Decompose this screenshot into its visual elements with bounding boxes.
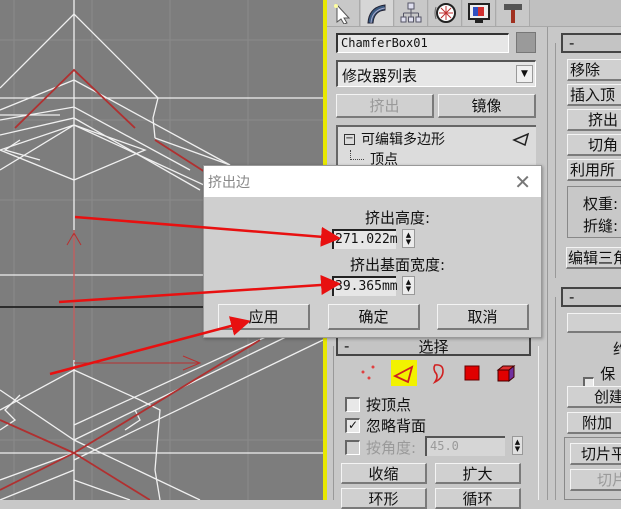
rollout-collapse-icon: -: [344, 337, 350, 355]
utilities-icon: [504, 4, 522, 23]
create-button[interactable]: 创建: [567, 386, 621, 408]
extrude-edges-dialog: 挤出边 ✕ 挤出高度: 271.022m ▲ ▼ 挤出基面宽度: 39.365mm…: [203, 165, 542, 338]
tab-utilities[interactable]: [497, 0, 530, 26]
mirror-button[interactable]: 镜像: [438, 94, 536, 118]
crease-label: 折缝:: [583, 217, 619, 235]
grow-button[interactable]: 扩大: [435, 463, 521, 484]
vertex-level-button[interactable]: [357, 360, 383, 386]
display-icon: [468, 3, 490, 23]
constraints-label: 约: [613, 340, 621, 358]
extrude-height-spinner[interactable]: ▲ ▼: [402, 229, 415, 248]
collapse-icon[interactable]: −: [344, 133, 355, 145]
element-icon: [496, 364, 516, 383]
extrude-height-label: 挤出高度:: [364, 209, 431, 227]
chamfer-button[interactable]: 切角: [567, 134, 621, 156]
motion-icon: [434, 3, 456, 23]
by-angle-field[interactable]: 45.0: [425, 436, 505, 456]
tree-connector: [350, 150, 364, 160]
object-name-field[interactable]: ChamferBox01: [336, 33, 509, 53]
ignore-backfacing-checkbox[interactable]: ✓: [345, 418, 360, 433]
close-icon[interactable]: ✕: [514, 170, 531, 194]
create-shape-button[interactable]: 利用所: [567, 159, 621, 181]
extrude-height-field[interactable]: 271.022m: [332, 229, 398, 249]
stack-item-editable-poly[interactable]: − 可编辑多边形: [344, 129, 530, 149]
polygon-icon: [464, 365, 480, 381]
ignore-backfacing-option[interactable]: ✓ 忽略背面: [345, 415, 426, 436]
remove-button[interactable]: 移除: [567, 59, 621, 81]
modifier-stack[interactable]: − 可编辑多边形 顶点: [336, 125, 536, 170]
insert-vertex-button[interactable]: 插入顶: [567, 84, 621, 106]
chevron-down-icon[interactable]: ▼: [516, 65, 533, 83]
dialog-titlebar[interactable]: 挤出边 ✕: [204, 166, 541, 197]
loop-button[interactable]: 循环: [435, 488, 521, 509]
edge-level-button[interactable]: [391, 360, 417, 386]
repeat-last-button[interactable]: [567, 313, 621, 333]
slice-plane-button[interactable]: 切片平: [570, 443, 621, 465]
slice-button[interactable]: 切片: [570, 469, 621, 491]
by-angle-checkbox[interactable]: [345, 440, 360, 455]
tab-modify[interactable]: [361, 0, 394, 26]
ring-button[interactable]: 环形: [341, 488, 427, 509]
modifier-list-value: 修改器列表: [342, 67, 418, 85]
by-vertex-option[interactable]: 按顶点: [345, 394, 411, 415]
extrude-base-width-label: 挤出基面宽度:: [349, 256, 446, 274]
border-icon: [432, 364, 444, 384]
ignore-backfacing-label: 忽略背面: [366, 417, 427, 435]
transform-gizmo: [66, 230, 202, 371]
modify-icon: [367, 4, 386, 24]
cancel-button[interactable]: 取消: [437, 304, 529, 330]
tab-motion[interactable]: [429, 0, 462, 26]
by-vertex-checkbox[interactable]: [345, 397, 360, 412]
by-angle-spinner[interactable]: ▲ ▼: [512, 436, 523, 455]
tab-hierarchy[interactable]: [395, 0, 428, 26]
border-level-button[interactable]: [425, 360, 451, 386]
element-level-button[interactable]: [493, 360, 519, 386]
extrude-edge-button[interactable]: 挤出: [567, 109, 621, 131]
shrink-button[interactable]: 收缩: [341, 463, 427, 484]
selection-rollout-header[interactable]: - 选择: [336, 336, 531, 356]
stack-item-label: 可编辑多边形: [361, 132, 445, 148]
extrude-base-width-field[interactable]: 39.365mm: [332, 276, 398, 296]
by-vertex-label: 按顶点: [366, 396, 412, 414]
subobject-level-icons: [357, 360, 519, 386]
modifier-list-dropdown[interactable]: 修改器列表 ▼: [336, 60, 536, 87]
ok-button[interactable]: 确定: [328, 304, 420, 330]
edge-icon: [393, 365, 414, 384]
dialog-title: 挤出边: [208, 175, 250, 191]
edge-level-icon: [512, 132, 530, 146]
weight-label: 权重:: [583, 195, 619, 213]
vertex-icon: [361, 365, 375, 380]
polygon-level-button[interactable]: [459, 360, 485, 386]
attach-button[interactable]: 附加: [567, 412, 621, 434]
extrude-base-width-spinner[interactable]: ▲ ▼: [402, 276, 415, 295]
rollout-title: 选择: [418, 337, 449, 356]
extrude-button[interactable]: 挤出: [336, 94, 434, 118]
tab-create[interactable]: [327, 0, 360, 26]
create-icon: [334, 3, 351, 24]
apply-button[interactable]: 应用: [218, 304, 310, 330]
column-divider: [547, 27, 548, 500]
tab-display[interactable]: [463, 0, 496, 26]
by-angle-label: 按角度:: [366, 439, 417, 457]
edit-triangulation-button[interactable]: 编辑三角: [566, 247, 621, 269]
object-color-swatch[interactable]: [516, 32, 536, 53]
by-angle-option[interactable]: 按角度:: [345, 437, 416, 458]
hierarchy-icon: [400, 2, 422, 23]
command-panel-tabs: [327, 0, 621, 27]
